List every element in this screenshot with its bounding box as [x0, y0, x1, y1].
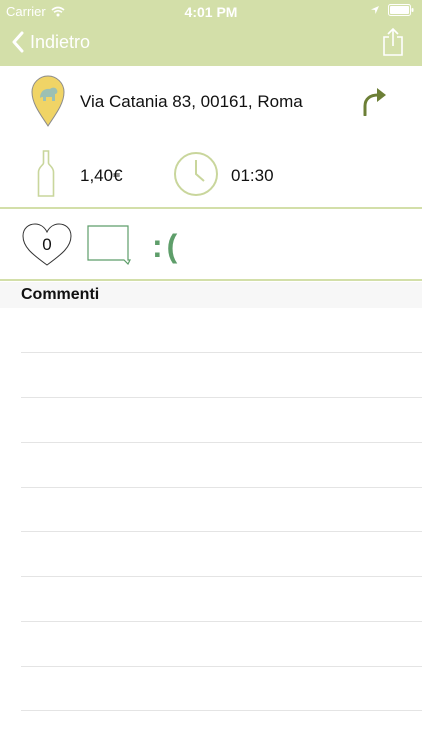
status-right-group [370, 4, 414, 16]
opening-time-text: 01:30 [231, 166, 274, 185]
comments-list[interactable] [0, 308, 422, 750]
back-label: Indietro [30, 31, 91, 52]
directions-arrow-icon[interactable] [362, 86, 388, 116]
divider [0, 279, 422, 281]
comment-bubble-icon[interactable] [86, 224, 132, 266]
location-arrow-icon [371, 6, 379, 14]
back-chevron-icon [12, 31, 24, 53]
address-text: Via Catania 83, 00161, Roma [80, 92, 303, 111]
share-icon[interactable] [382, 27, 404, 57]
list-separator [21, 487, 422, 488]
price-text: 1,40€ [80, 166, 123, 185]
like-button[interactable]: 0 [22, 223, 72, 272]
list-separator [21, 442, 422, 443]
navigation-bar: Indietro [0, 22, 422, 66]
divider [0, 207, 422, 209]
clock-icon [174, 152, 218, 196]
info-row: 1,40€ 01:30 [0, 140, 422, 206]
list-separator [21, 621, 422, 622]
comments-header: Commenti [0, 282, 422, 308]
battery-icon [388, 4, 414, 16]
status-bar: Carrier 4:01 PM [0, 0, 422, 22]
address-row: Via Catania 83, 00161, Roma [0, 66, 422, 136]
like-count: 0 [42, 235, 52, 254]
list-separator [21, 710, 422, 711]
status-time: 4:01 PM [184, 4, 238, 20]
list-separator [21, 352, 422, 353]
map-pin-icon [31, 75, 65, 127]
comments-header-label: Commenti [21, 286, 100, 303]
actions-row: 0 :( [0, 210, 422, 280]
list-separator [21, 531, 422, 532]
list-separator [21, 397, 422, 398]
bottle-icon [37, 150, 55, 197]
list-separator [21, 666, 422, 667]
top-bar: Carrier 4:01 PM Indietro [0, 0, 422, 66]
list-separator [21, 576, 422, 577]
back-button[interactable]: Indietro [12, 31, 90, 53]
mood-face: :( [152, 228, 182, 264]
